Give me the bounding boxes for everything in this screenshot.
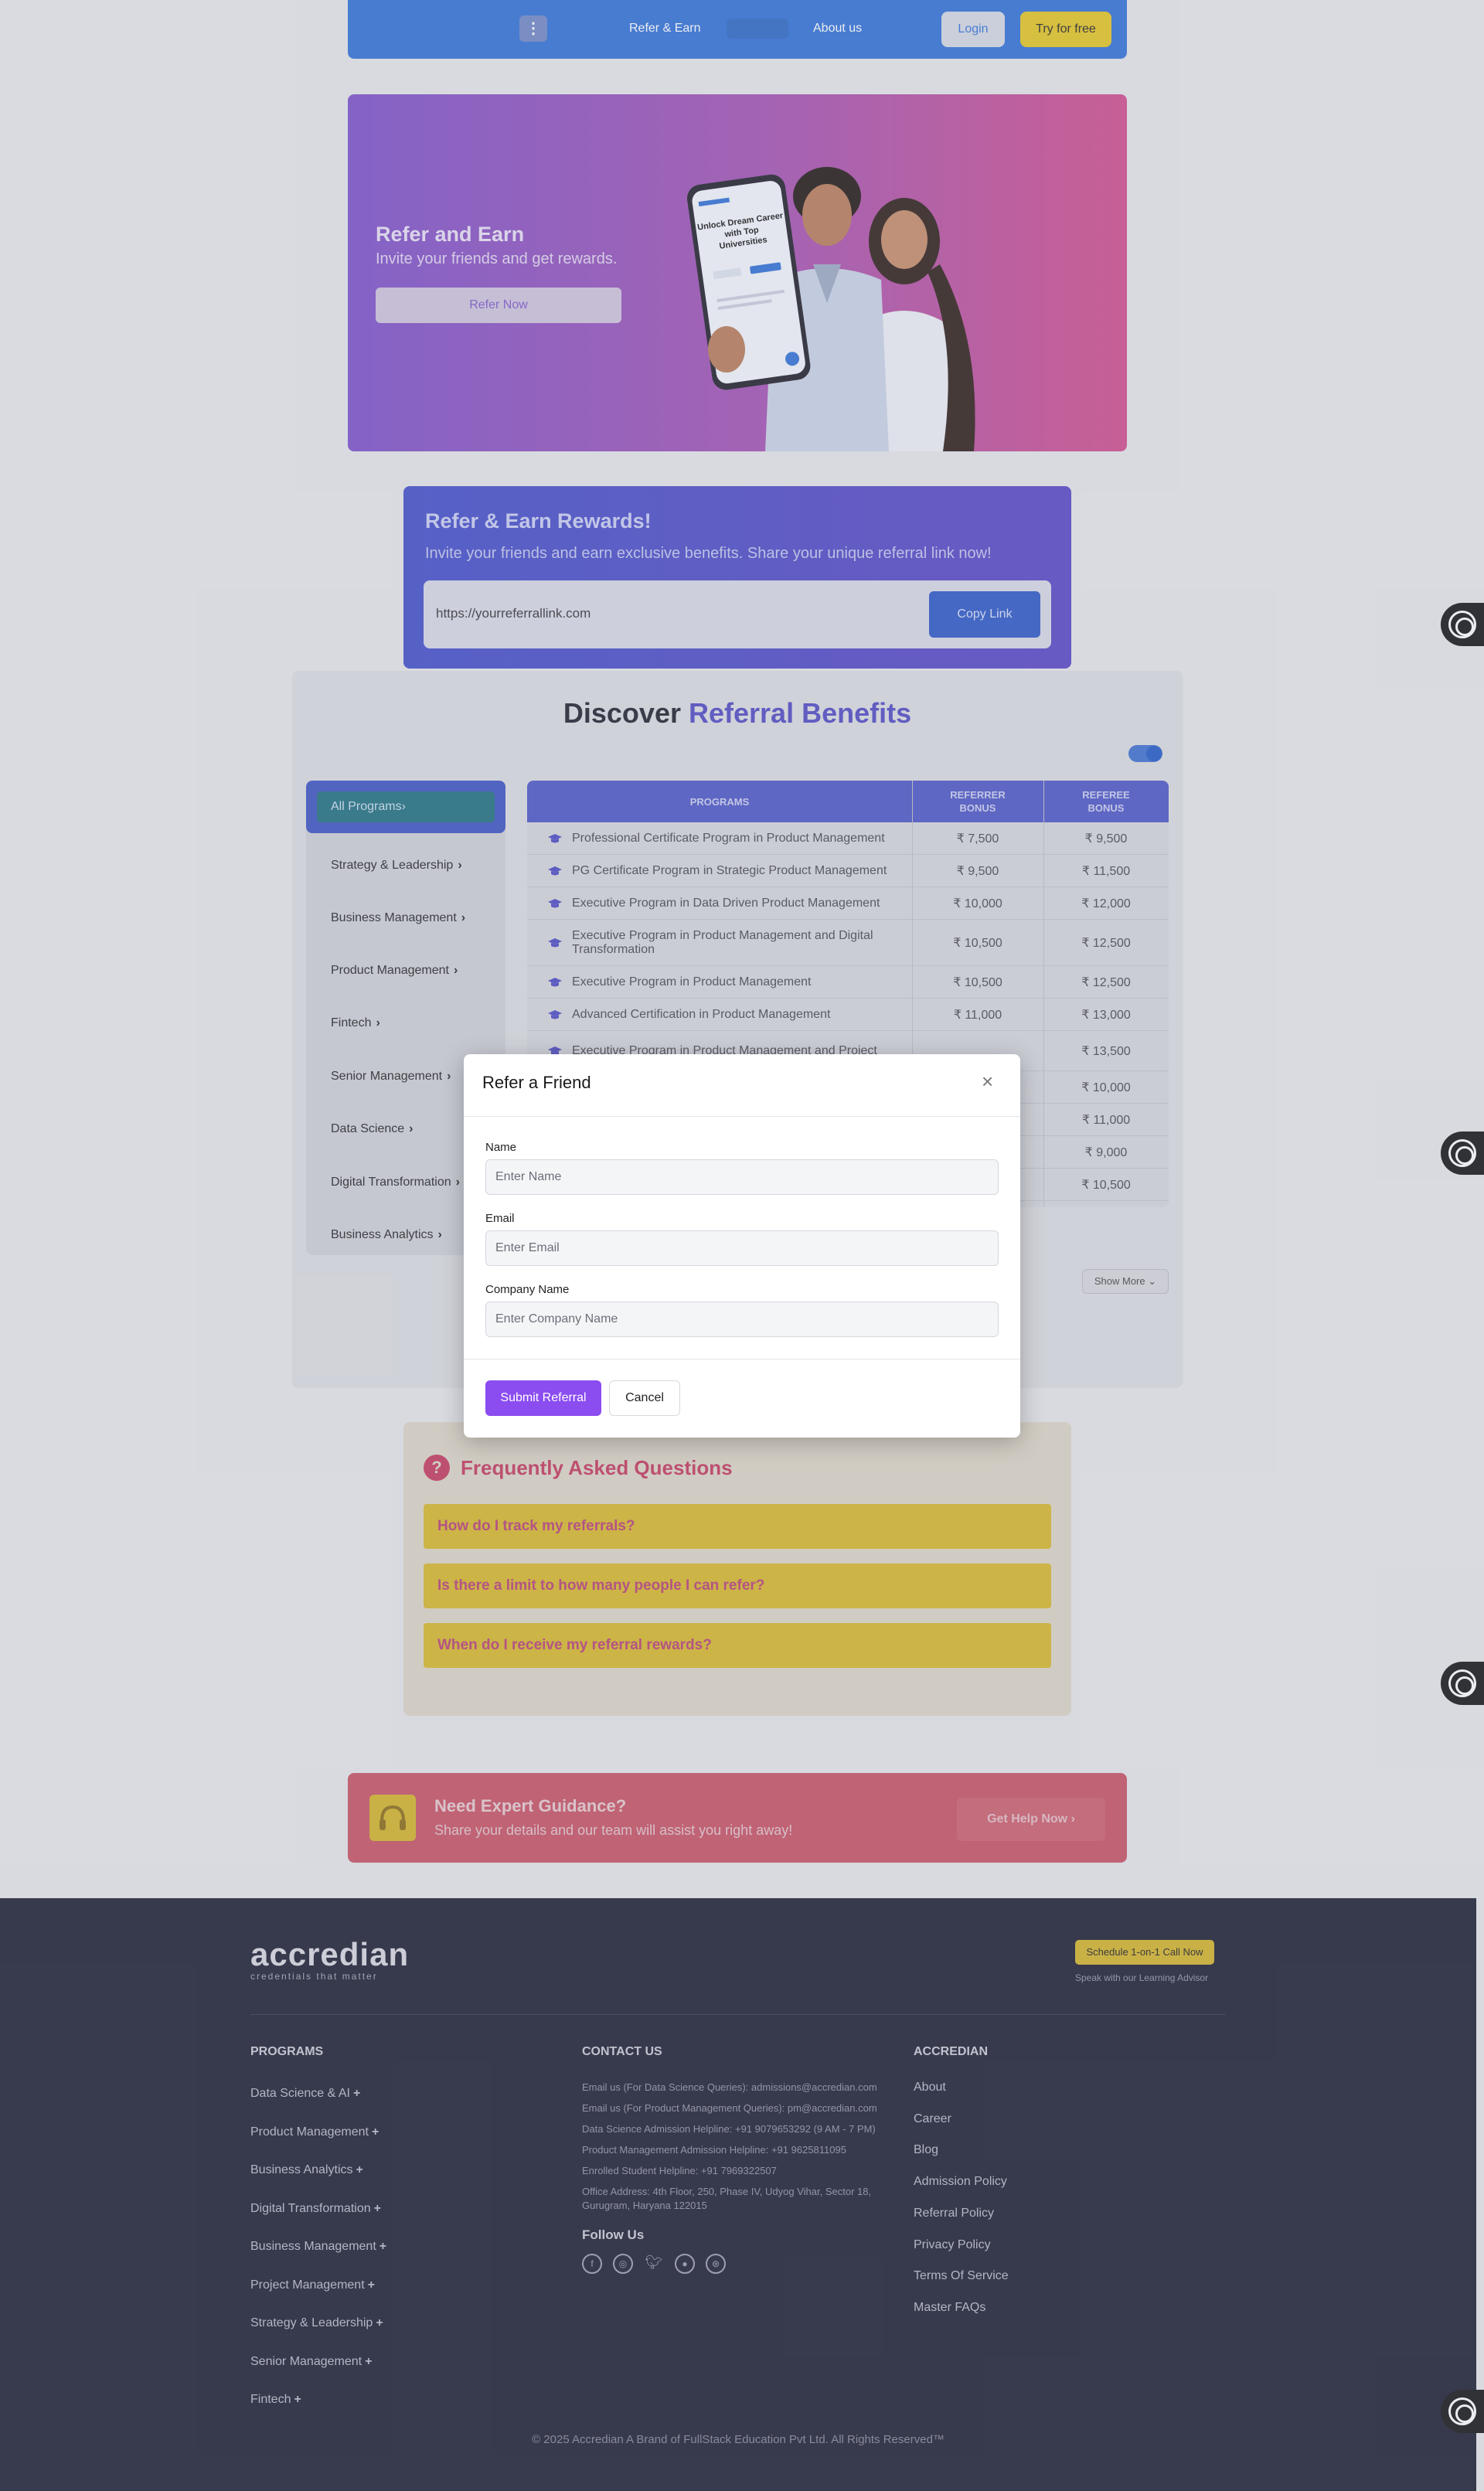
company-name-field[interactable] xyxy=(485,1302,999,1337)
name-label: Name xyxy=(485,1141,517,1154)
cancel-button[interactable]: Cancel xyxy=(609,1380,680,1416)
name-field[interactable] xyxy=(485,1159,999,1195)
submit-referral-button[interactable]: Submit Referral xyxy=(485,1380,601,1416)
email-label: Email xyxy=(485,1212,515,1225)
close-icon[interactable]: × xyxy=(982,1071,993,1091)
modal-title: Refer a Friend xyxy=(482,1073,591,1092)
email-field[interactable] xyxy=(485,1230,999,1266)
company-label: Company Name xyxy=(485,1283,570,1296)
refer-friend-modal: Refer a Friend × Name Email Company Name… xyxy=(464,1054,1020,1438)
modal-divider xyxy=(464,1116,1020,1117)
modal-divider xyxy=(464,1359,1020,1360)
